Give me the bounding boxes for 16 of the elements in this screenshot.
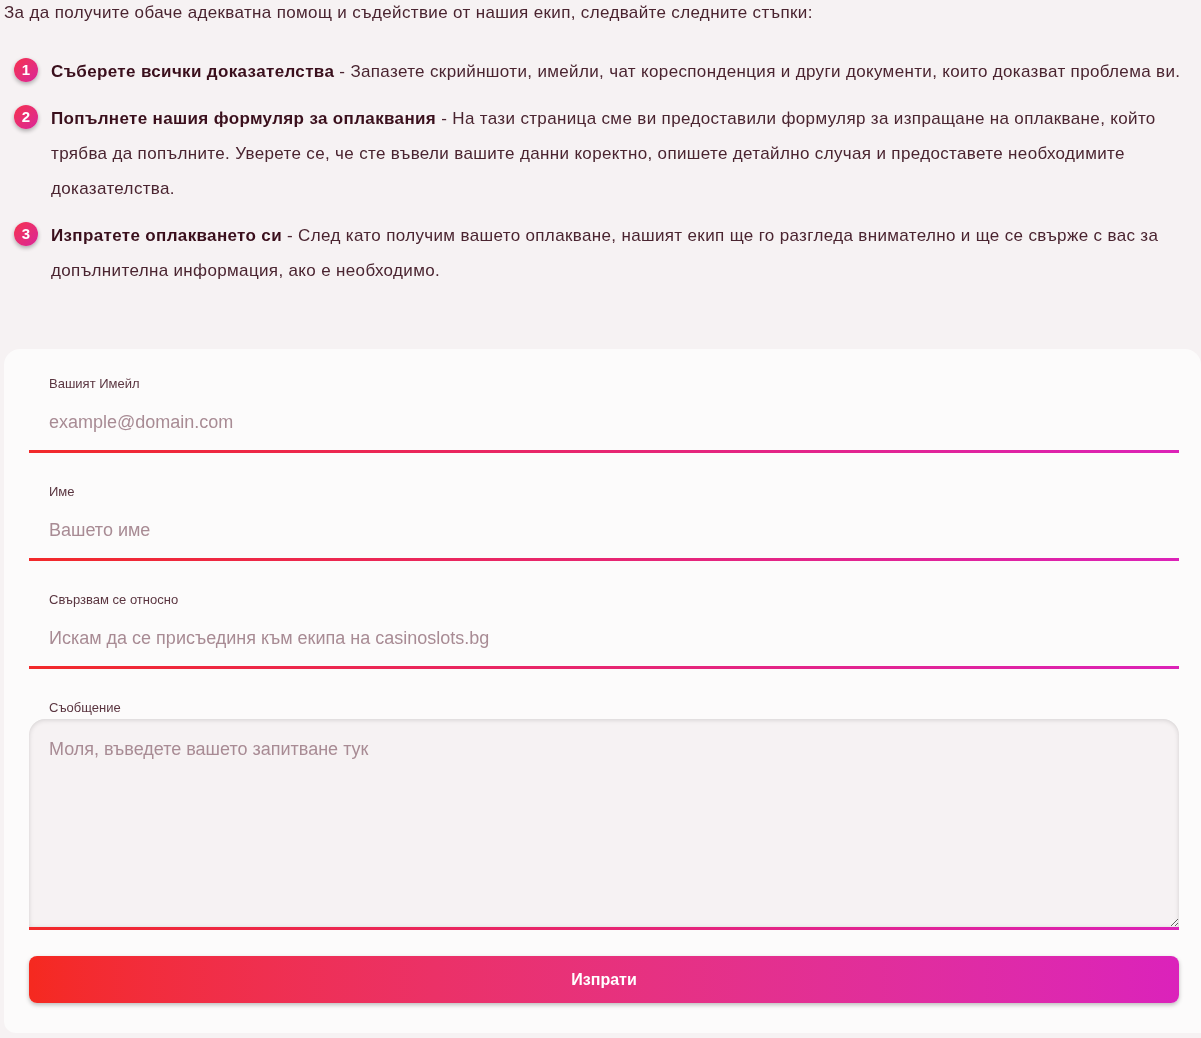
- field-label: Вашият Имейл: [48, 376, 141, 392]
- field-label: Свързвам се относно: [48, 592, 180, 608]
- intro-text: За да получите обаче адекватна помощ и съдействие от нашия екип, следвайте следните стъпки:: [3, 2, 814, 24]
- step-number-badge: 2: [14, 105, 38, 129]
- field-label: Име: [48, 484, 76, 500]
- submit-button[interactable]: Изпрати: [29, 956, 1179, 1003]
- step-number-badge: 3: [14, 222, 38, 246]
- message-textarea[interactable]: Моля, въведете вашето запитване тук: [29, 719, 1179, 930]
- text-input-field[interactable]: example@domain.com: [29, 395, 1179, 453]
- step-text: Съберете всички доказателства - Запазете скрийншоти, имейли, чат кореспонденция и други документи, които доказват проблема ви.: [51, 61, 1181, 83]
- text-input-field[interactable]: Вашето име: [29, 503, 1179, 561]
- field-label: Съобщение: [48, 700, 122, 716]
- step-text: Изпратете оплакването си - След като получим вашето оплакване, нашият екип ще го разгледа внимателно и ще се свърже с вас за допълнителна информация, ако е необходимо.: [51, 225, 1160, 282]
- step-number-badge: 1: [14, 58, 38, 82]
- step-text: Попълнете нашия формуляр за оплаквания - На тази страница сме ви предоставили формуляр за изпращане на оплакване, който трябва да попълните. Уверете се, че сте въвели вашите данни коректно, опишете детайлно случая и предоставете необходимите доказателства.: [51, 108, 1157, 200]
- text-input-field[interactable]: Искам да се присъединя към екипа на casinoslots.bg: [29, 611, 1179, 669]
